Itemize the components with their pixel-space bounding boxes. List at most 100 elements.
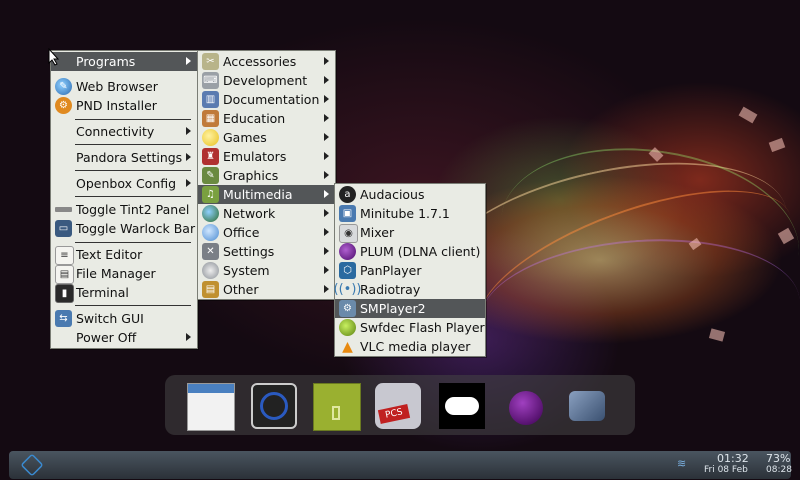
menu-item-web-browser[interactable]: ✎ Web Browser <box>51 77 197 96</box>
mixer-icon: ◉ <box>339 224 358 243</box>
window-icon[interactable] <box>187 383 235 431</box>
gamepad-icon[interactable] <box>439 383 485 429</box>
menu-item-multimedia[interactable]: ♫ Multimedia <box>198 185 335 204</box>
menu-item-games[interactable]: Games <box>198 128 335 147</box>
chevron-right-icon <box>324 190 329 198</box>
menu-item-label: File Manager <box>76 266 156 281</box>
taskbar-panel: ≋ 01:32 Fri 08 Feb 73% 08:28 <box>9 451 792 479</box>
menu-item-documentation[interactable]: ▥ Documentation <box>198 90 335 109</box>
menu-item-vlc[interactable]: ▲ VLC media player <box>335 337 485 356</box>
text-editor-icon: ≡ <box>55 246 74 265</box>
menu-item-network[interactable]: Network <box>198 204 335 223</box>
archive-icon[interactable] <box>313 383 361 431</box>
menu-item-text-editor[interactable]: ≡ Text Editor <box>51 245 197 265</box>
emulators-icon: ♜ <box>202 148 219 165</box>
smplayer-icon[interactable] <box>565 383 611 429</box>
menu-item-power-off[interactable]: Power Off <box>51 328 197 347</box>
pandora-menu-icon[interactable] <box>20 453 44 477</box>
plum-icon[interactable] <box>503 383 549 429</box>
menu-item-graphics[interactable]: ✎ Graphics <box>198 166 335 185</box>
chevron-right-icon <box>324 76 329 84</box>
menu-item-plum[interactable]: PLUM (DLNA client) <box>335 242 485 261</box>
menu-item-system[interactable]: System <box>198 261 335 280</box>
menu-item-swfdec[interactable]: Swfdec Flash Player <box>335 318 485 337</box>
menu-item-pnd-installer[interactable]: ⚙ PND Installer <box>51 96 197 115</box>
plum-icon <box>339 243 356 260</box>
network-globe-icon[interactable] <box>251 383 297 429</box>
battery-time: 08:28 <box>766 465 792 475</box>
menu-separator <box>75 170 191 171</box>
menu-separator <box>75 196 191 197</box>
dock: PCS <box>165 375 635 435</box>
menu-item-connectivity[interactable]: Connectivity <box>51 122 197 141</box>
chevron-right-icon <box>186 127 191 135</box>
chevron-right-icon <box>324 95 329 103</box>
wifi-icon[interactable]: ≋ <box>677 457 693 471</box>
chevron-right-icon <box>186 153 191 161</box>
menu-item-label: System <box>223 263 270 278</box>
menu-item-emulators[interactable]: ♜ Emulators <box>198 147 335 166</box>
accessories-icon: ✂ <box>202 53 219 70</box>
menu-item-label: Terminal <box>76 285 129 300</box>
menu-item-smplayer2[interactable]: ⚙ SMPlayer2 <box>335 299 485 318</box>
system-icon <box>202 262 219 279</box>
menu-item-label: Development <box>223 73 308 88</box>
menu-item-minitube[interactable]: ▣ Minitube 1.7.1 <box>335 204 485 223</box>
menu-item-education[interactable]: ▦ Education <box>198 109 335 128</box>
menu-item-file-manager[interactable]: ▤ File Manager <box>51 264 197 284</box>
network-icon <box>202 205 219 222</box>
audacious-icon: a <box>339 186 356 203</box>
menu-item-radiotray[interactable]: ((•)) Radiotray <box>333 280 485 299</box>
menu-item-openbox-config[interactable]: Openbox Config <box>51 174 197 193</box>
settings-icon: ✕ <box>202 243 219 260</box>
menu-item-programs[interactable]: Programs <box>51 52 197 71</box>
chevron-right-icon <box>324 247 329 255</box>
menu-item-switch-gui[interactable]: ⇆ Switch GUI <box>51 309 197 328</box>
menu-separator <box>75 144 191 145</box>
menu-separator <box>75 305 191 306</box>
education-icon: ▦ <box>202 110 219 127</box>
games-icon <box>202 129 219 146</box>
chevron-right-icon <box>324 114 329 122</box>
file-manager-icon: ▤ <box>55 265 74 284</box>
chevron-right-icon <box>324 57 329 65</box>
menu-item-label: Radiotray <box>360 282 421 297</box>
menu-item-office[interactable]: Office <box>198 223 335 242</box>
chevron-right-icon <box>324 209 329 217</box>
radiotray-icon: ((•)) <box>333 282 362 297</box>
menu-separator <box>75 242 191 243</box>
menu-item-label: Office <box>223 225 260 240</box>
menu-item-label: Games <box>223 130 267 145</box>
vlc-icon: ▲ <box>342 338 353 355</box>
multimedia-menu: a Audacious ▣ Minitube 1.7.1 ◉ Mixer PLU… <box>334 183 486 357</box>
menu-item-development[interactable]: ⌨ Development <box>198 71 335 90</box>
pcsx-icon[interactable]: PCS <box>375 383 421 429</box>
battery-percent: 73% <box>766 452 791 465</box>
menu-item-toggle-tint2-panel[interactable]: Toggle Tint2 Panel <box>51 200 197 219</box>
menu-item-terminal[interactable]: ▮ Terminal <box>51 283 197 303</box>
menu-item-label: Emulators <box>223 149 287 164</box>
chevron-right-icon <box>324 133 329 141</box>
menu-item-label: Documentation <box>223 92 320 107</box>
menu-item-label: Other <box>223 282 259 297</box>
menu-item-label: Multimedia <box>223 187 293 202</box>
pnd-installer-icon: ⚙ <box>55 97 72 114</box>
menu-item-label: SMPlayer2 <box>360 301 426 316</box>
menu-item-settings[interactable]: ✕ Settings <box>198 242 335 261</box>
menu-item-panplayer[interactable]: ⬡ PanPlayer <box>335 261 485 280</box>
menu-item-pandora-settings[interactable]: Pandora Settings <box>51 148 197 167</box>
chevron-right-icon <box>324 266 329 274</box>
menu-item-accessories[interactable]: ✂ Accessories <box>198 52 335 71</box>
chevron-right-icon <box>324 228 329 236</box>
menu-item-mixer[interactable]: ◉ Mixer <box>335 223 485 243</box>
menu-item-other[interactable]: ▤ Other <box>198 280 335 299</box>
chevron-right-icon <box>324 152 329 160</box>
switch-gui-icon: ⇆ <box>55 310 72 327</box>
menu-item-label: Accessories <box>223 54 297 69</box>
menu-item-toggle-warlock-bar[interactable]: ▭ Toggle Warlock Bar <box>51 219 197 238</box>
programs-menu: ✂ Accessories ⌨ Development ▥ Documentat… <box>197 50 336 300</box>
menu-item-label: PanPlayer <box>360 263 422 278</box>
menu-item-audacious[interactable]: a Audacious <box>335 185 485 204</box>
menu-item-label: Minitube 1.7.1 <box>360 206 450 221</box>
chevron-right-icon <box>186 57 191 65</box>
